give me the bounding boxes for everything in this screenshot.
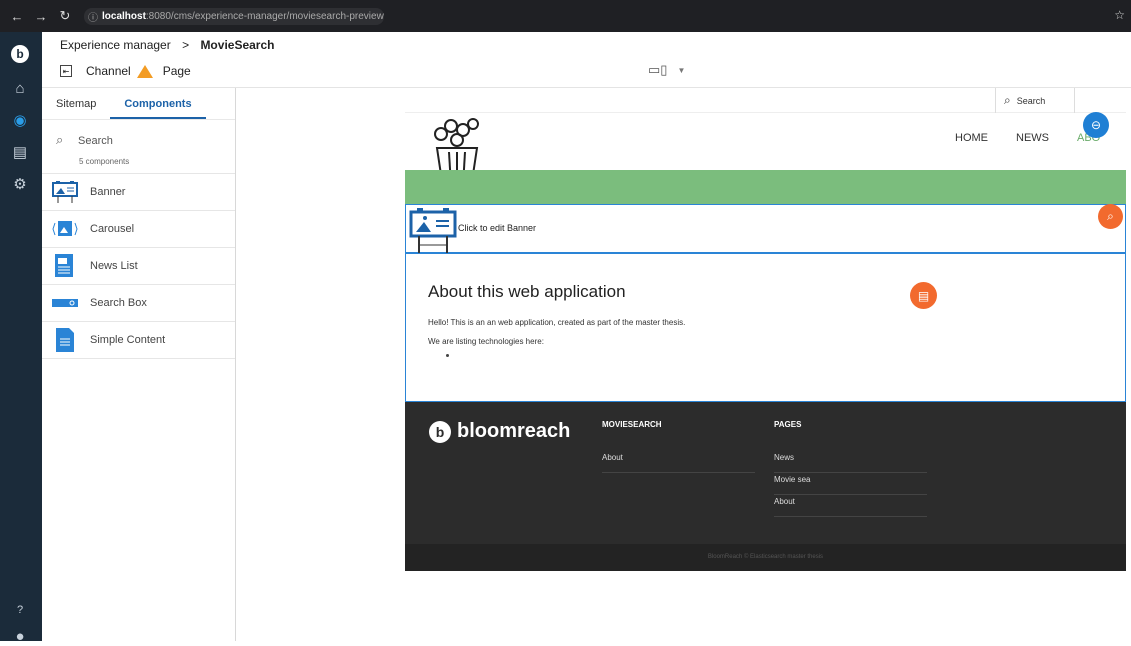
news-list-icon (52, 253, 78, 279)
footer-link-news[interactable]: News (774, 451, 927, 473)
info-icon: ⓘ (88, 13, 98, 24)
breadcrumb: Experience manager > MovieSearch (60, 38, 274, 52)
channel-toolbar: ⇤ Channel Page (60, 64, 191, 78)
search-box-icon (52, 290, 78, 316)
forward-icon[interactable]: → (34, 9, 48, 24)
copyright-bar: BloomReach © Elasticsearch master thesis (405, 544, 1126, 571)
home-icon[interactable]: ⌂ (10, 78, 30, 98)
component-search-box[interactable]: Search Box (42, 285, 235, 322)
simple-content-icon (52, 327, 78, 353)
footer-link-about[interactable]: About (602, 451, 755, 473)
component-label: Simple Content (90, 334, 166, 346)
banner-edit-text: Click to edit Banner (458, 223, 537, 233)
site-search-placeholder: Search (1016, 95, 1046, 106)
tab-sitemap[interactable]: Sitemap (42, 88, 110, 119)
footer-link-about[interactable]: About (774, 495, 927, 517)
banner-icon (52, 179, 78, 205)
toggle-panel-icon[interactable]: ⇤ (60, 65, 72, 77)
tab-components[interactable]: Components (110, 88, 206, 119)
site-footer: b bloomreach MOVIESEARCH About PAGES New… (405, 402, 1126, 544)
bookmark-star-icon[interactable]: ☆ (1114, 8, 1125, 22)
footer-link-movie-search[interactable]: Movie sea (774, 473, 927, 495)
component-label: Carousel (90, 223, 135, 235)
document-icon[interactable]: ▤ (910, 282, 937, 309)
url-path: :8080/cms/experience-manager/moviesearch… (145, 11, 384, 22)
component-label: Search Box (90, 297, 147, 309)
content-heading: About this web application (428, 282, 626, 301)
breadcrumb-current: MovieSearch (200, 38, 275, 52)
component-banner[interactable]: Banner (42, 174, 235, 211)
app-rail: b ⌂ ◉ ▤ ⚙ ? ● (0, 32, 42, 645)
content-paragraph: Hello! This is an an web application, cr… (428, 318, 686, 327)
footer-column-pages: PAGES News Movie sea About (774, 420, 927, 517)
footer-column-moviesearch: MOVIESEARCH About (602, 420, 755, 473)
back-icon[interactable]: ← (10, 9, 24, 24)
page-preview: ⌕ Search HOME NEWS ABO ⊖ Click to edit B… (405, 88, 1126, 571)
browser-toolbar: ← → ↻ ⓘ localhost:8080/cms/experience-ma… (0, 0, 1131, 32)
bloomreach-brand: b bloomreach (429, 420, 570, 443)
experience-manager-icon[interactable]: ◉ (10, 110, 30, 130)
bloomreach-logo-icon: b (429, 420, 451, 443)
banner-icon (409, 208, 457, 253)
brand-wordmark: bloomreach (457, 420, 571, 442)
component-label: Banner (90, 186, 126, 198)
search-icon[interactable]: ⌕ (1098, 204, 1123, 229)
page-menu[interactable]: Page (163, 64, 191, 78)
help-icon[interactable]: ? (10, 600, 30, 620)
device-selector[interactable]: ▭▯ ▼ (648, 62, 685, 78)
url-host: localhost (102, 11, 146, 22)
component-search: ⌕ Search 5 components (42, 120, 235, 174)
user-icon[interactable]: ● (10, 626, 30, 646)
component-label: News List (90, 260, 138, 272)
nav-home[interactable]: HOME (955, 132, 988, 144)
site-search-box[interactable]: ⌕ Search (995, 88, 1075, 113)
components-panel: Sitemap Components ⌕ Search 5 components… (42, 88, 236, 641)
desktop-device-icon: ▭▯ (648, 62, 668, 77)
link-icon[interactable]: ⊖ (1083, 112, 1109, 138)
documents-icon[interactable]: ▤ (10, 142, 30, 162)
green-header-bar (405, 170, 1126, 204)
banner-placeholder[interactable]: Click to edit Banner (405, 204, 1126, 254)
component-search-input[interactable]: Search (78, 135, 113, 147)
search-icon: ⌕ (1004, 93, 1011, 107)
breadcrumb-root[interactable]: Experience manager (60, 38, 171, 52)
nav-news[interactable]: NEWS (1016, 132, 1049, 144)
search-icon: ⌕ (56, 132, 64, 147)
footer-heading: MOVIESEARCH (602, 420, 662, 429)
content-paragraph: We are listing technologies here: (428, 337, 544, 346)
channel-menu[interactable]: Channel (86, 64, 131, 78)
bloomreach-logo-icon[interactable]: b (10, 44, 30, 64)
editor-header: Experience manager > MovieSearch ⇤ Chann… (42, 32, 1131, 88)
warning-icon[interactable] (136, 64, 153, 78)
carousel-icon (52, 216, 78, 242)
settings-icon[interactable]: ⚙ (10, 174, 30, 194)
chevron-down-icon: ▼ (677, 65, 686, 75)
component-count: 5 components (79, 157, 130, 166)
simple-content-block[interactable]: About this web application ▤ Hello! This… (405, 254, 1126, 402)
component-carousel[interactable]: Carousel (42, 211, 235, 248)
component-news-list[interactable]: News List (42, 248, 235, 285)
footer-heading: PAGES (774, 420, 802, 429)
panel-tabs: Sitemap Components (42, 88, 235, 120)
list-bullet (446, 354, 449, 357)
breadcrumb-separator: > (182, 38, 190, 52)
component-simple-content[interactable]: Simple Content (42, 322, 235, 359)
address-bar[interactable]: ⓘ localhost:8080/cms/experience-manager/… (84, 8, 384, 25)
reload-icon[interactable]: ↻ (58, 8, 72, 24)
